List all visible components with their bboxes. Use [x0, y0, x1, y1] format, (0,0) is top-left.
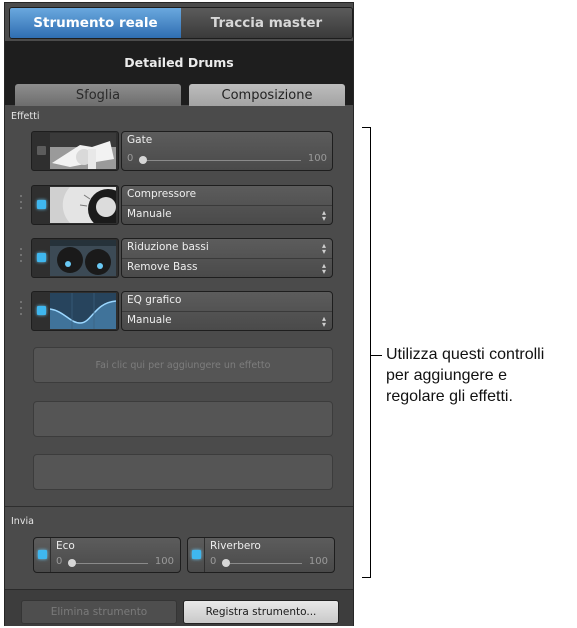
effect-slot-bass-reduction: Riduzione bassi ▴ ▾ Remove Bass ▴ ▾ — [20, 238, 333, 278]
empty-effect-slot[interactable] — [33, 401, 333, 437]
instrument-name: Detailed Drums — [124, 55, 234, 70]
sends-section-label: Invia — [11, 516, 34, 527]
gate-thumbnail-icon — [50, 133, 116, 169]
tab-master-track[interactable]: Traccia master — [181, 8, 352, 38]
smart-controls-panel: Strumento reale Traccia master Detailed … — [4, 2, 354, 626]
tab-browse[interactable]: Sfoglia — [15, 84, 181, 106]
bass-reduction-toggle-button[interactable] — [31, 238, 119, 278]
slider-knob[interactable] — [222, 559, 230, 567]
callout-bracket — [362, 127, 371, 578]
preset-popup[interactable]: Manuale ▴ ▾ — [122, 311, 332, 330]
eq-thumbnail-icon — [50, 293, 116, 329]
graphic-eq-control: EQ grafico Manuale ▴ ▾ — [121, 291, 333, 331]
separator — [50, 538, 51, 572]
send-reverb: Riverbero 0 100 — [187, 537, 335, 573]
power-led-icon[interactable] — [37, 146, 46, 155]
compressor-thumbnail-icon — [50, 187, 116, 223]
tab-edit[interactable]: Composizione — [189, 84, 345, 106]
preset-popup[interactable]: Remove Bass ▴ ▾ — [122, 258, 332, 277]
popup-arrows-icon: ▴ ▾ — [321, 261, 326, 276]
effect-name: Compressore — [127, 188, 197, 200]
slider-max-label: 100 — [154, 556, 174, 567]
drag-handle-icon[interactable] — [20, 195, 23, 215]
effect-name-popup[interactable]: Riduzione bassi — [127, 241, 327, 253]
slider-knob[interactable] — [68, 559, 76, 567]
drag-handle-icon[interactable] — [20, 248, 23, 268]
reverb-slider[interactable]: 0 100 — [210, 556, 328, 570]
effect-slot-compressor: Compressore Manuale ▴ ▾ — [20, 185, 333, 225]
slider-min-label: 0 — [56, 556, 63, 567]
preset-value: Manuale — [127, 208, 172, 220]
power-led-icon[interactable] — [37, 306, 46, 315]
power-led-icon[interactable] — [37, 253, 46, 262]
instrument-tabs: Strumento reale Traccia master — [9, 7, 353, 39]
popup-arrows-icon: ▴ ▾ — [321, 208, 326, 223]
send-echo: Eco 0 100 — [33, 537, 181, 573]
send-echo-control: Eco 0 100 — [33, 537, 181, 573]
preset-value: Manuale — [127, 314, 172, 326]
popup-arrows-icon: ▴ ▾ — [321, 241, 326, 256]
slider-max-label: 100 — [308, 556, 328, 567]
effect-name: EQ grafico — [127, 294, 182, 306]
instrument-header: Detailed Drums Sfoglia Composizione — [5, 41, 353, 106]
empty-effect-slot[interactable] — [33, 454, 333, 490]
slider-min-label: 0 — [210, 556, 217, 567]
effect-name: Gate — [127, 134, 153, 146]
slider-track — [139, 160, 301, 161]
separator — [204, 538, 205, 572]
callout-line — [370, 355, 382, 356]
power-led-icon[interactable] — [38, 550, 47, 559]
gate-control: Gate 0 100 — [121, 131, 333, 171]
slider-knob[interactable] — [139, 156, 147, 164]
add-effect-slot[interactable]: Fai clic qui per aggiungere un effetto — [33, 347, 333, 383]
popup-arrows-icon: ▴ ▾ — [321, 314, 326, 329]
slider-track — [222, 563, 302, 564]
gate-slider[interactable]: 0 100 — [127, 153, 327, 167]
gate-toggle-button[interactable] — [31, 131, 119, 171]
send-name: Eco — [56, 540, 75, 552]
compressor-toggle-button[interactable] — [31, 185, 119, 225]
slider-min-label: 0 — [127, 153, 134, 164]
save-instrument-button[interactable]: Registra strumento... — [183, 600, 339, 624]
preset-value: Remove Bass — [127, 261, 198, 273]
footer-bar: Elimina strumento Registra strumento... — [5, 589, 353, 626]
effects-section-label: Effetti — [11, 111, 40, 122]
preset-popup[interactable]: Manuale ▴ ▾ — [122, 205, 332, 224]
power-led-icon[interactable] — [37, 200, 46, 209]
bass-reduction-control: Riduzione bassi ▴ ▾ Remove Bass ▴ ▾ — [121, 238, 333, 278]
effect-slot-gate: Gate 0 100 — [31, 131, 333, 171]
send-name: Riverbero — [210, 540, 261, 552]
compressor-control: Compressore Manuale ▴ ▾ — [121, 185, 333, 225]
bass-reduction-thumbnail-icon — [50, 240, 116, 276]
callout-line-3: regolare gli effetti. — [386, 388, 513, 405]
section-divider — [5, 506, 353, 507]
slider-track — [68, 563, 148, 564]
power-led-icon[interactable] — [192, 550, 201, 559]
effect-name: Riduzione bassi — [127, 241, 209, 253]
tab-real-instrument[interactable]: Strumento reale — [10, 8, 181, 38]
send-reverb-control: Riverbero 0 100 — [187, 537, 335, 573]
slider-max-label: 100 — [307, 153, 327, 164]
effect-slot-graphic-eq: EQ grafico Manuale ▴ ▾ — [20, 291, 333, 331]
graphic-eq-toggle-button[interactable] — [31, 291, 119, 331]
callout-line-1: Utilizza questi controlli — [386, 346, 545, 363]
callout-line-2: per aggiungere e — [386, 367, 507, 384]
callout-text: Utilizza questi controlli per aggiungere… — [386, 344, 576, 407]
delete-instrument-button[interactable]: Elimina strumento — [21, 600, 177, 624]
echo-slider[interactable]: 0 100 — [56, 556, 174, 570]
drag-handle-icon[interactable] — [20, 301, 23, 321]
